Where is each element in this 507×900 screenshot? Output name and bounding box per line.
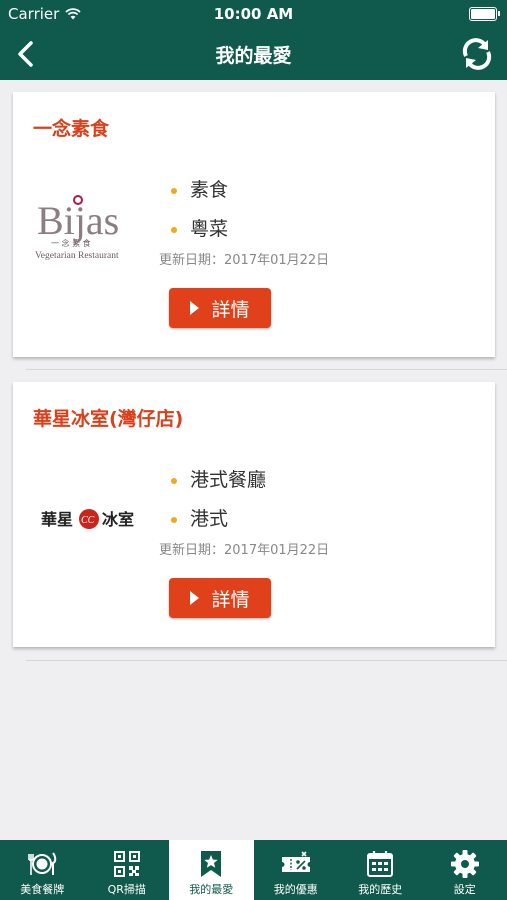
tab-label: 設定 — [453, 883, 476, 896]
restaurant-card[interactable]: 一念素食 Bijas 一 念 素 食 Vegetarian Restaurant… — [13, 92, 495, 357]
details-button[interactable]: 詳情 — [169, 578, 271, 618]
logo-subtitle: 一 念 素 食 — [51, 238, 91, 248]
qr-code-icon — [113, 851, 140, 877]
play-arrow-icon — [190, 591, 200, 605]
tab-label: 美食餐牌 — [20, 883, 65, 896]
tab-offers[interactable]: 我的優惠 — [254, 840, 339, 900]
logo-text: 華星 — [41, 510, 73, 529]
restaurant-logo: Bijas 一 念 素 食 Vegetarian Restaurant — [35, 195, 119, 261]
details-button-label: 詳情 — [211, 588, 250, 611]
tab-favorites[interactable]: 我的最愛 — [169, 840, 254, 900]
play-arrow-icon — [190, 301, 200, 315]
tab-settings[interactable]: 設定 — [423, 840, 507, 900]
cuisine-tag: 港式 — [171, 504, 266, 543]
logo-text-secondary: 冰室 — [102, 510, 134, 529]
coupon-icon — [281, 851, 310, 872]
logo-mark: CC — [81, 515, 95, 526]
restaurant-name: 一念素食 — [33, 118, 110, 140]
tab-label: 我的歷史 — [358, 883, 403, 896]
gear-icon — [450, 850, 479, 878]
updated-date: 更新日期：2017年01月22日 — [159, 543, 330, 558]
page-title: 我的最愛 — [215, 45, 292, 67]
restaurant-card[interactable]: 華星冰室(灣仔店) 華星 CC 冰室 港式餐廳 港式 更新日期：2017年01月… — [13, 382, 495, 647]
status-time: 10:00 AM — [213, 5, 294, 23]
tab-label: QR掃描 — [107, 883, 146, 896]
tab-bar: 美食餐牌 QR掃描 我的最愛 我的優惠 我的歷史 設定 — [0, 840, 507, 900]
details-button-label: 詳情 — [211, 298, 250, 321]
tab-history[interactable]: 我的歷史 — [338, 840, 423, 900]
cuisine-tag: 素食 — [171, 175, 228, 214]
restaurant-logo: 華星 CC 冰室 — [41, 509, 134, 529]
details-button[interactable]: 詳情 — [169, 288, 271, 328]
updated-date: 更新日期：2017年01月22日 — [159, 253, 330, 268]
cuisine-tag: 粵菜 — [171, 214, 228, 253]
tab-label: 我的最愛 — [189, 883, 234, 896]
dining-plate-icon — [28, 852, 57, 875]
divider — [26, 369, 507, 370]
tab-label: 我的優惠 — [273, 883, 318, 896]
battery-icon — [469, 7, 500, 21]
restaurant-name: 華星冰室(灣仔店) — [33, 408, 184, 430]
cuisine-tags: 素食 粵菜 — [171, 175, 228, 253]
status-bar: Carrier 10:00 AM — [0, 0, 507, 28]
navigation-bar: 我的最愛 — [0, 28, 507, 80]
cuisine-tags: 港式餐廳 港式 — [171, 465, 266, 543]
tab-qr-scan[interactable]: QR掃描 — [85, 840, 170, 900]
divider — [26, 660, 507, 661]
cuisine-tag: 港式餐廳 — [171, 465, 266, 504]
tab-menu[interactable]: 美食餐牌 — [0, 840, 85, 900]
refresh-icon[interactable] — [457, 34, 497, 74]
calendar-icon — [367, 851, 394, 877]
logo-caption: Vegetarian Restaurant — [35, 251, 119, 261]
bookmark-star-icon — [201, 851, 222, 877]
